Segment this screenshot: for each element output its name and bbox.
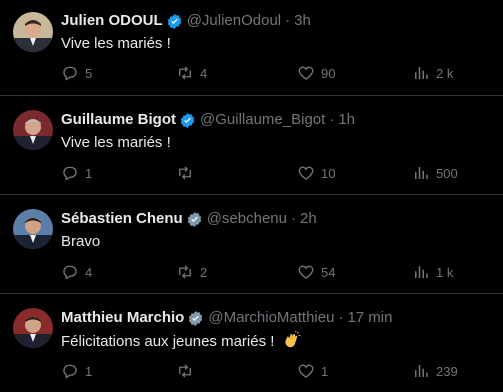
verified-badge-icon [189, 310, 203, 326]
timeline: Julien ODOUL @JulienOdoul · 3h Vive les … [0, 0, 503, 392]
reply-count: 4 [85, 264, 93, 280]
view-count: 239 [436, 363, 458, 379]
tweet-actions: 1 1 239 [61, 362, 461, 382]
tweet-text: Félicitations aux jeunes mariés ! [61, 333, 275, 350]
view-count: 2 k [436, 65, 454, 81]
retweet-button[interactable] [176, 362, 200, 380]
view-count: 1 k [436, 264, 454, 280]
reply-count: 5 [85, 65, 93, 81]
timestamp[interactable]: 3h [294, 11, 311, 31]
tweet[interactable]: Julien ODOUL @JulienOdoul · 3h Vive les … [0, 0, 503, 96]
retweet-icon [179, 166, 191, 180]
author-name[interactable]: Guillaume Bigot [61, 110, 176, 130]
separator: · [338, 309, 344, 326]
retweet-button[interactable]: 2 [176, 263, 207, 281]
timestamp[interactable]: 1h [338, 110, 355, 130]
heart-icon [298, 364, 314, 378]
avatar[interactable] [13, 110, 53, 150]
views-icon [415, 266, 428, 278]
author-handle[interactable]: @Guillaume_Bigot [200, 110, 325, 130]
views-icon [415, 67, 428, 79]
like-count: 10 [321, 165, 336, 181]
reply-count: 1 [85, 165, 93, 181]
author-name[interactable]: Matthieu Marchio [61, 308, 184, 328]
reply-button[interactable]: 1 [61, 164, 92, 182]
views-button[interactable]: 500 [412, 164, 458, 182]
like-count: 54 [321, 264, 336, 280]
views-button[interactable]: 239 [412, 362, 458, 380]
retweet-count: 4 [200, 65, 208, 81]
verified-badge-icon [167, 13, 181, 29]
reply-icon [63, 166, 77, 181]
avatar[interactable] [13, 209, 53, 249]
reply-button[interactable]: 5 [61, 64, 92, 82]
retweet-icon [179, 364, 191, 378]
tweet-actions: 5 4 90 2 k [61, 64, 461, 84]
tweet[interactable]: Guillaume Bigot @Guillaume_Bigot · 1h Vi… [0, 96, 503, 195]
avatar[interactable] [13, 12, 53, 52]
tweet[interactable]: Sébastien Chenu @sebchenu · 2h Bravo 4 2… [0, 195, 503, 294]
views-icon [415, 167, 428, 179]
verified-badge-icon [187, 211, 201, 227]
reply-icon [63, 66, 77, 81]
heart-icon [298, 265, 314, 279]
separator: · [329, 111, 335, 128]
tweet-text-row: Félicitations aux jeunes mariés ! [61, 331, 301, 352]
tweet-actions: 1 10 500 [61, 164, 461, 184]
tweet-text: Bravo [61, 233, 101, 250]
author-handle[interactable]: @MarchioMatthieu [208, 308, 334, 328]
like-button[interactable]: 1 [297, 362, 328, 380]
heart-icon [298, 166, 314, 180]
avatar[interactable] [13, 308, 53, 348]
separator: · [290, 210, 296, 227]
timestamp[interactable]: 2h [300, 209, 317, 229]
views-icon [415, 365, 428, 377]
reply-icon [63, 265, 77, 280]
retweet-button[interactable] [176, 164, 200, 182]
author-name[interactable]: Julien ODOUL [61, 11, 163, 31]
author-handle[interactable]: @JulienOdoul [187, 11, 281, 31]
reply-icon [63, 364, 77, 379]
retweet-button[interactable]: 4 [176, 64, 207, 82]
like-button[interactable]: 90 [297, 64, 335, 82]
like-count: 1 [321, 363, 329, 379]
tweet-actions: 4 2 54 1 k [61, 263, 461, 283]
reply-count: 1 [85, 363, 93, 379]
separator: · [285, 12, 291, 29]
clapping-hands-icon [285, 331, 300, 348]
like-count: 90 [321, 65, 336, 81]
views-button[interactable]: 1 k [412, 263, 453, 281]
retweet-count: 2 [200, 264, 208, 280]
verified-badge-icon [180, 112, 195, 128]
tweet-text: Vive les mariés ! [61, 35, 171, 52]
views-button[interactable]: 2 k [412, 64, 453, 82]
heart-icon [298, 66, 314, 80]
author-name[interactable]: Sébastien Chenu [61, 209, 183, 229]
reply-button[interactable]: 1 [61, 362, 92, 380]
tweet-text: Vive les mariés ! [61, 134, 171, 151]
like-button[interactable]: 10 [297, 164, 335, 182]
reply-button[interactable]: 4 [61, 263, 92, 281]
view-count: 500 [436, 165, 458, 181]
retweet-icon [179, 66, 191, 80]
timestamp[interactable]: 17 min [347, 308, 392, 328]
tweet[interactable]: Matthieu Marchio @MarchioMatthieu · 17 m… [0, 294, 503, 392]
author-handle[interactable]: @sebchenu [207, 209, 287, 229]
retweet-icon [179, 265, 191, 279]
like-button[interactable]: 54 [297, 263, 335, 281]
